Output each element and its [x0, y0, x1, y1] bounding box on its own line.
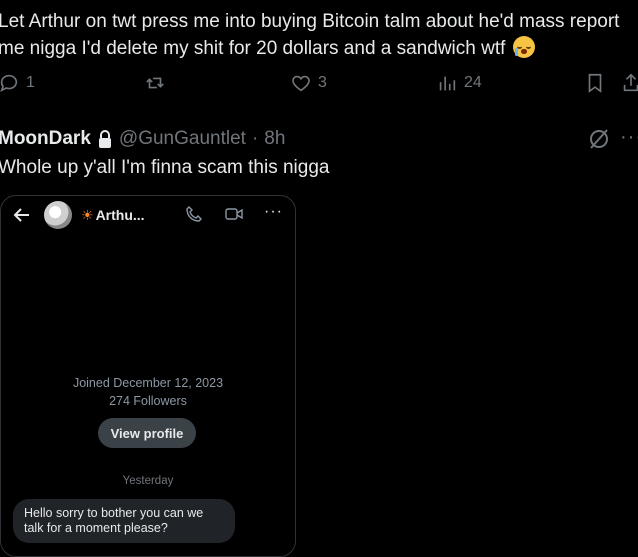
- post-line-1: Let Arthur on twt press me into buying B…: [0, 11, 620, 32]
- more-options-icon[interactable]: ···: [620, 126, 638, 149]
- share-button[interactable]: [620, 72, 638, 94]
- video-call-icon: [225, 208, 243, 220]
- phone-icon: [186, 206, 202, 222]
- post-text: Let Arthur on twt press me into buying B…: [0, 8, 638, 62]
- share-icon: [623, 73, 638, 92]
- views-button[interactable]: 24: [436, 72, 482, 94]
- like-count: 3: [318, 74, 327, 91]
- dm-header: ☀ Arthu... ···: [1, 196, 295, 234]
- reply-icon: [0, 74, 18, 92]
- followers-count: 274 Followers: [109, 394, 187, 408]
- reply-header: MoonDark @GunGauntlet · 8h: [0, 128, 285, 150]
- bookmark-icon: [588, 73, 602, 93]
- more-options-icon: ···: [264, 203, 283, 220]
- repost-icon: [146, 77, 164, 89]
- reply-text: Whole up y'all I'm finna scam this nigga: [0, 157, 330, 178]
- post-action-bar: 1 3 24: [0, 72, 638, 100]
- view-profile-button: View profile: [98, 418, 196, 448]
- joined-date: Joined December 12, 2023: [72, 376, 224, 390]
- bookmark-button[interactable]: [584, 72, 606, 94]
- lock-icon: [98, 130, 111, 148]
- back-arrow-icon: [13, 208, 29, 222]
- grok-icon[interactable]: [588, 127, 610, 151]
- reply-handle[interactable]: @GunGauntlet: [119, 128, 246, 150]
- day-divider: Yesterday: [122, 475, 174, 487]
- dm-contact-name: ☀ Arthu...: [81, 207, 145, 223]
- view-count: 24: [464, 74, 482, 91]
- avatar: [44, 201, 72, 229]
- message-bubble: Hello sorry to bother you can we talk fo…: [13, 499, 235, 543]
- repost-button[interactable]: [144, 72, 166, 94]
- like-button[interactable]: 3: [290, 72, 327, 94]
- reply-time[interactable]: 8h: [264, 128, 285, 150]
- reply-author-name[interactable]: MoonDark: [0, 128, 91, 150]
- reply-separator: ·: [251, 128, 259, 149]
- heart-icon: [292, 75, 310, 92]
- reply-count: 1: [26, 74, 35, 91]
- reply-button[interactable]: 1: [0, 72, 35, 94]
- sun-icon: ☀: [81, 207, 94, 223]
- loudly-crying-emoji-icon: [512, 36, 535, 58]
- attached-screenshot[interactable]: ☀ Arthu... ··· Joined December 12, 2023 2…: [0, 195, 296, 557]
- views-chart-icon: [439, 76, 456, 91]
- post-line-2: me nigga I'd delete my shit for 20 dolla…: [0, 38, 506, 59]
